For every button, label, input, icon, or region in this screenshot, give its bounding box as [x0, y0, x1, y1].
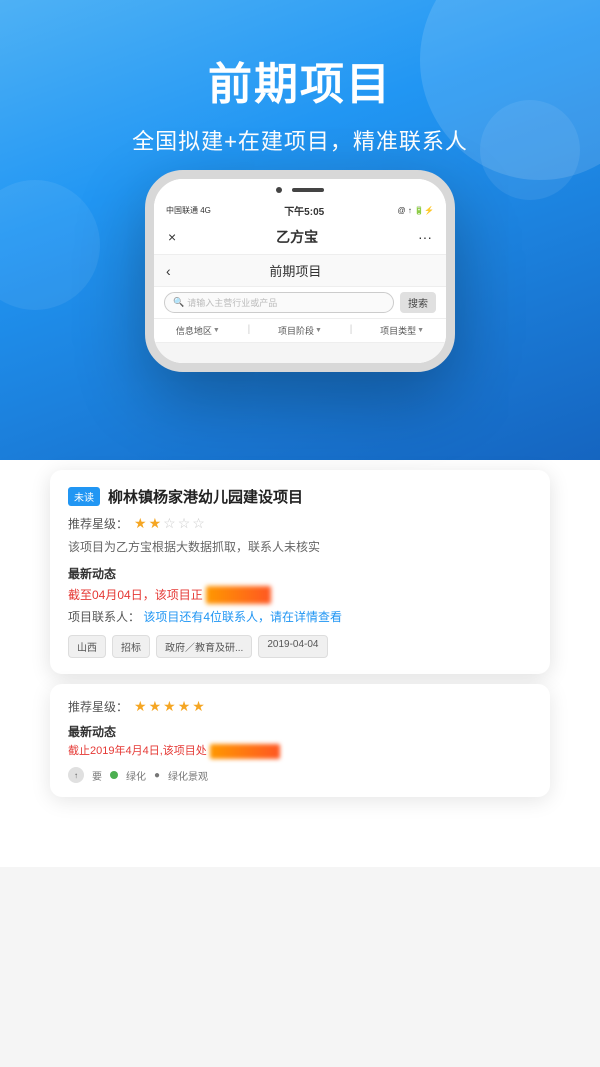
- card2-star-3: ★: [163, 698, 176, 715]
- card-gap: [154, 343, 446, 363]
- tag-type: 政府／教育及研...: [156, 635, 252, 658]
- search-icon: 🔍: [173, 297, 184, 308]
- filter-divider-2: |: [350, 324, 353, 337]
- filter-region-arrow: ▼: [213, 327, 220, 334]
- card-2-dynamic-title: 最新动态: [68, 723, 532, 740]
- app-nav-bar: × 乙方宝 ···: [154, 219, 446, 255]
- card2-star-4: ★: [178, 698, 191, 715]
- star-5: ☆: [192, 515, 205, 532]
- carrier-text: 中国联通 4G: [166, 205, 211, 216]
- tag-date: 2019-04-04: [258, 635, 327, 658]
- tag-bid: 招标: [112, 635, 150, 658]
- close-button[interactable]: ×: [168, 229, 176, 245]
- back-button[interactable]: ‹: [166, 263, 171, 279]
- card2-star-2: ★: [149, 698, 162, 715]
- footer-bullet: ●: [154, 770, 160, 781]
- phone-container: 中国联通 4G 下午5:05 @ ↑ 🔋⚡ × 乙方宝 ··· ‹ 前期项: [145, 170, 455, 372]
- card-2-dynamic: 截止2019年4月4日,该项目处 ▓▓▓▓▓▓▓▓: [68, 744, 532, 759]
- card-1-header: 未读 柳林镇杨家港幼儿园建设项目: [68, 486, 532, 507]
- card-1-dynamic: 截至04月04日，该项目正 ▓▓▓▓▓▓: [68, 586, 532, 604]
- status-time: 下午5:05: [284, 203, 324, 218]
- filter-item-region[interactable]: 信息地区 ▼: [176, 324, 220, 337]
- phone-inner: 中国联通 4G 下午5:05 @ ↑ 🔋⚡ × 乙方宝 ··· ‹ 前期项: [154, 179, 446, 363]
- card-1-description: 该项目为乙方宝根据大数据抓取，联系人未核实: [68, 538, 532, 555]
- filter-stage-label: 项目阶段: [278, 324, 314, 337]
- app-title: 乙方宝: [276, 227, 318, 247]
- filter-stage-arrow: ▼: [315, 327, 322, 334]
- filter-region-label: 信息地区: [176, 324, 212, 337]
- cards-area: 未读 柳林镇杨家港幼儿园建设项目 推荐星级： ★ ★ ☆ ☆ ☆ 该项目为乙方宝…: [50, 470, 550, 797]
- card-1-contact: 项目联系人： 该项目还有4位联系人，请在详情查看: [68, 608, 532, 625]
- footer-text-2: 绿化: [126, 768, 146, 783]
- filter-divider-1: |: [248, 324, 251, 337]
- status-left: 中国联通 4G: [166, 205, 211, 216]
- speaker-bar: [292, 188, 324, 192]
- card-1-title: 柳林镇杨家港幼儿园建设项目: [108, 486, 303, 507]
- project-card-1: 未读 柳林镇杨家港幼儿园建设项目 推荐星级： ★ ★ ☆ ☆ ☆ 该项目为乙方宝…: [50, 470, 550, 674]
- star-1: ★: [134, 515, 147, 532]
- search-button[interactable]: 搜索: [400, 292, 436, 313]
- search-placeholder: 请输入主营行业或产品: [187, 296, 277, 309]
- green-dot: [110, 771, 118, 779]
- battery-icon: @ ↑ 🔋⚡: [397, 206, 434, 215]
- card2-star-5: ★: [192, 698, 205, 715]
- contact-link[interactable]: 该项目还有4位联系人，请在详情查看: [143, 610, 342, 624]
- page-title-area: 前期项目 全国拟建+在建项目，精准联系人: [0, 48, 600, 156]
- page-main-title: 前期项目: [0, 48, 600, 112]
- dynamic-blurred-text: ▓▓▓▓▓▓: [206, 586, 271, 604]
- camera-dot: [276, 187, 282, 193]
- footer-arrow: ↑: [68, 767, 84, 783]
- card2-star-1: ★: [134, 698, 147, 715]
- sub-nav-title: 前期项目: [179, 261, 412, 280]
- star-4: ☆: [178, 515, 191, 532]
- page-wrapper: 前期项目 全国拟建+在建项目，精准联系人 中国联通 4G 下午5:05: [0, 0, 600, 1067]
- unread-badge: 未读: [68, 487, 100, 506]
- rating-label: 推荐星级：: [68, 515, 128, 532]
- card2-blurred: ▓▓▓▓▓▓▓▓: [210, 744, 280, 759]
- star-2: ★: [149, 515, 162, 532]
- filter-type-arrow: ▼: [417, 327, 424, 334]
- footer-text-1: 要: [92, 768, 102, 783]
- phone-body: 中国联通 4G 下午5:05 @ ↑ 🔋⚡ × 乙方宝 ··· ‹ 前期项: [145, 170, 455, 372]
- more-button[interactable]: ···: [418, 229, 432, 245]
- card-2-footer: ↑ 要 绿化 ● 绿化景观: [68, 767, 532, 783]
- search-bar: 🔍 请输入主营行业或产品 搜索: [154, 287, 446, 319]
- filter-type-label: 项目类型: [380, 324, 416, 337]
- card-1-rating: 推荐星级： ★ ★ ☆ ☆ ☆: [68, 515, 532, 532]
- filter-item-type[interactable]: 项目类型 ▼: [380, 324, 424, 337]
- card-2-rating: 推荐星级： ★ ★ ★ ★ ★: [68, 698, 532, 715]
- status-right: @ ↑ 🔋⚡: [397, 206, 434, 215]
- dynamic-text: 截至04月04日，该项目正: [68, 588, 203, 602]
- search-input-wrap[interactable]: 🔍 请输入主营行业或产品: [164, 292, 394, 313]
- project-card-2: 推荐星级： ★ ★ ★ ★ ★ 最新动态 截止2019年4月4日,该项目处 ▓▓…: [50, 684, 550, 797]
- status-bar: 中国联通 4G 下午5:05 @ ↑ 🔋⚡: [154, 201, 446, 219]
- phone-notch: [154, 179, 446, 201]
- footer-text-3: 绿化景观: [168, 768, 208, 783]
- card2-rating-label: 推荐星级：: [68, 698, 128, 715]
- filter-item-stage[interactable]: 项目阶段 ▼: [278, 324, 322, 337]
- star-3: ☆: [163, 515, 176, 532]
- sub-nav-bar: ‹ 前期项目: [154, 255, 446, 287]
- card-1-tags: 山西 招标 政府／教育及研... 2019-04-04: [68, 635, 532, 658]
- filter-bar: 信息地区 ▼ | 项目阶段 ▼ | 项目类型 ▼: [154, 319, 446, 343]
- tag-province: 山西: [68, 635, 106, 658]
- contact-label: 项目联系人：: [68, 610, 140, 624]
- page-sub-title: 全国拟建+在建项目，精准联系人: [0, 124, 600, 156]
- card-1-dynamic-title: 最新动态: [68, 565, 532, 582]
- bottom-background: [0, 867, 600, 1067]
- card2-dynamic-text: 截止2019年4月4日,该项目处: [68, 745, 207, 757]
